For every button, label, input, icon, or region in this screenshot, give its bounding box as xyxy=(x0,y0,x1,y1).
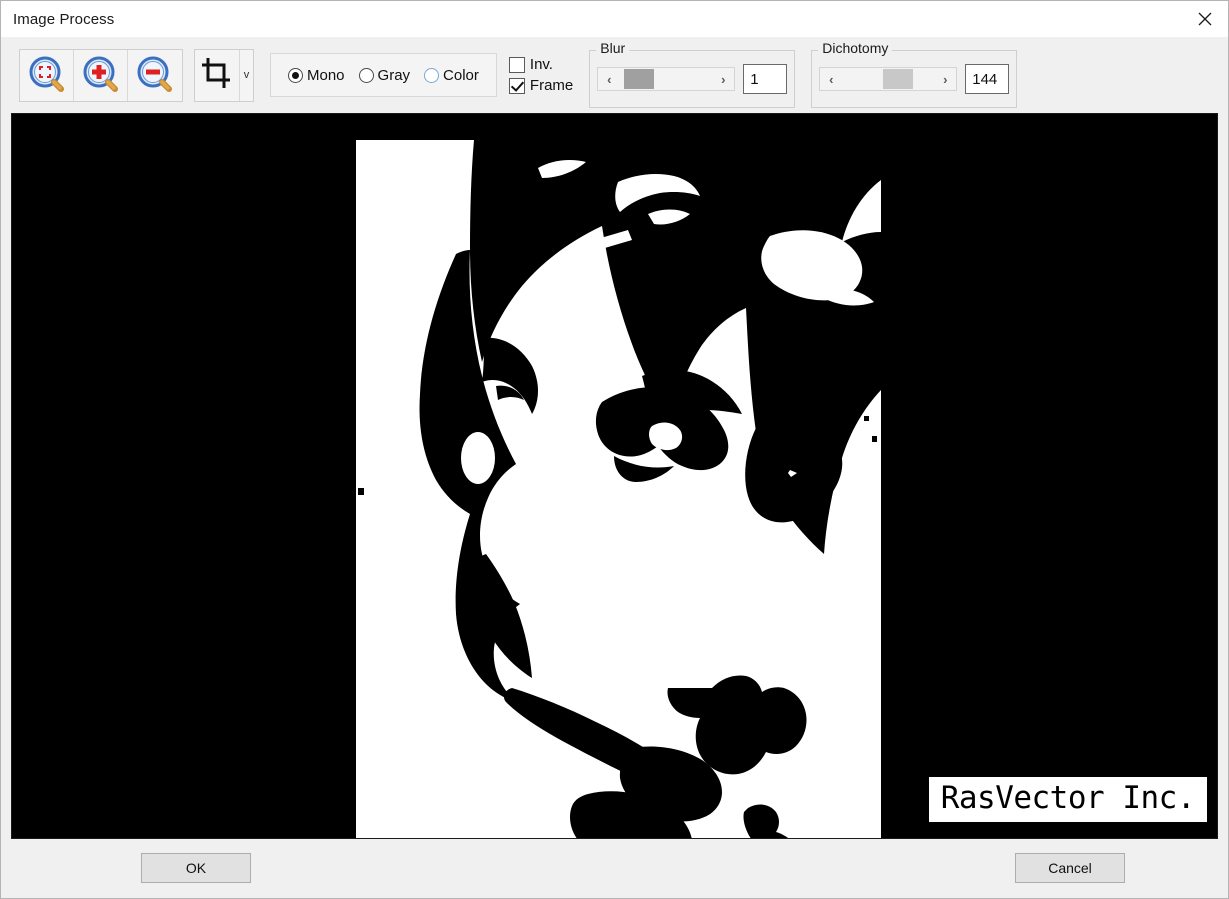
checkbox-group: Inv. Frame xyxy=(509,47,573,103)
blur-slider-left-arrow[interactable]: ‹ xyxy=(598,68,620,90)
crop-dropdown-button[interactable]: v xyxy=(239,50,253,101)
watermark: RasVector Inc. xyxy=(929,777,1207,822)
radio-color[interactable]: Color xyxy=(419,67,484,84)
blur-group-title: Blur xyxy=(596,40,629,56)
window-title: Image Process xyxy=(13,11,114,28)
radio-mono[interactable]: Mono xyxy=(283,67,350,84)
zoom-button-group xyxy=(19,49,183,102)
zoom-fit-button[interactable] xyxy=(20,50,74,101)
blur-value-field[interactable]: 1 xyxy=(743,64,787,94)
chevron-down-icon: v xyxy=(244,69,250,81)
cancel-button[interactable]: Cancel xyxy=(1015,853,1125,883)
blur-group: Blur ‹ › 1 xyxy=(589,50,795,108)
ok-button[interactable]: OK xyxy=(141,853,251,883)
crop-button[interactable] xyxy=(195,50,239,101)
zoom-in-button[interactable] xyxy=(74,50,128,101)
blur-slider-thumb[interactable] xyxy=(624,69,654,89)
titlebar: Image Process xyxy=(1,1,1228,37)
zoom-out-button[interactable] xyxy=(128,50,182,101)
dialog-footer: OK Cancel xyxy=(1,839,1228,898)
radio-mono-dot xyxy=(288,68,303,83)
close-icon xyxy=(1194,8,1216,30)
dichotomy-slider-thumb[interactable] xyxy=(883,69,913,89)
crop-tool-group: v xyxy=(194,49,254,102)
radio-color-dot xyxy=(424,68,439,83)
processed-image xyxy=(356,140,881,839)
color-mode-group: Mono Gray Color xyxy=(270,53,497,97)
radio-gray[interactable]: Gray xyxy=(354,67,416,84)
zoom-in-icon xyxy=(80,54,122,96)
dichotomy-value-field[interactable]: 144 xyxy=(965,64,1009,94)
radio-gray-dot xyxy=(359,68,374,83)
radio-color-label: Color xyxy=(443,67,479,84)
zoom-out-icon xyxy=(134,54,176,96)
checkbox-invert-label: Inv. xyxy=(530,56,553,73)
crop-icon xyxy=(200,56,234,95)
zoom-fit-icon xyxy=(26,54,68,96)
dichotomy-group-title: Dichotomy xyxy=(818,40,892,56)
checkbox-frame[interactable]: Frame xyxy=(509,77,573,94)
checkbox-frame-label: Frame xyxy=(530,77,573,94)
dichotomy-slider-right-arrow[interactable]: › xyxy=(934,68,956,90)
binarized-portrait-graphic xyxy=(356,140,881,839)
dichotomy-slider-track[interactable] xyxy=(842,68,934,90)
checkbox-invert-box xyxy=(509,57,525,73)
dichotomy-group: Dichotomy ‹ › 144 xyxy=(811,50,1017,108)
blur-slider[interactable]: ‹ › xyxy=(597,67,735,91)
close-button[interactable] xyxy=(1182,1,1228,37)
radio-gray-label: Gray xyxy=(378,67,411,84)
blur-slider-track[interactable] xyxy=(620,68,712,90)
checkbox-frame-box xyxy=(509,78,525,94)
image-process-dialog: Image Process xyxy=(0,0,1229,899)
radio-mono-label: Mono xyxy=(307,67,345,84)
toolbar: v Mono Gray Color Inv. xyxy=(1,37,1228,113)
dichotomy-slider[interactable]: ‹ › xyxy=(819,67,957,91)
dichotomy-slider-left-arrow[interactable]: ‹ xyxy=(820,68,842,90)
checkbox-invert[interactable]: Inv. xyxy=(509,56,573,73)
image-preview-canvas[interactable]: RasVector Inc. xyxy=(11,113,1218,839)
blur-slider-right-arrow[interactable]: › xyxy=(712,68,734,90)
